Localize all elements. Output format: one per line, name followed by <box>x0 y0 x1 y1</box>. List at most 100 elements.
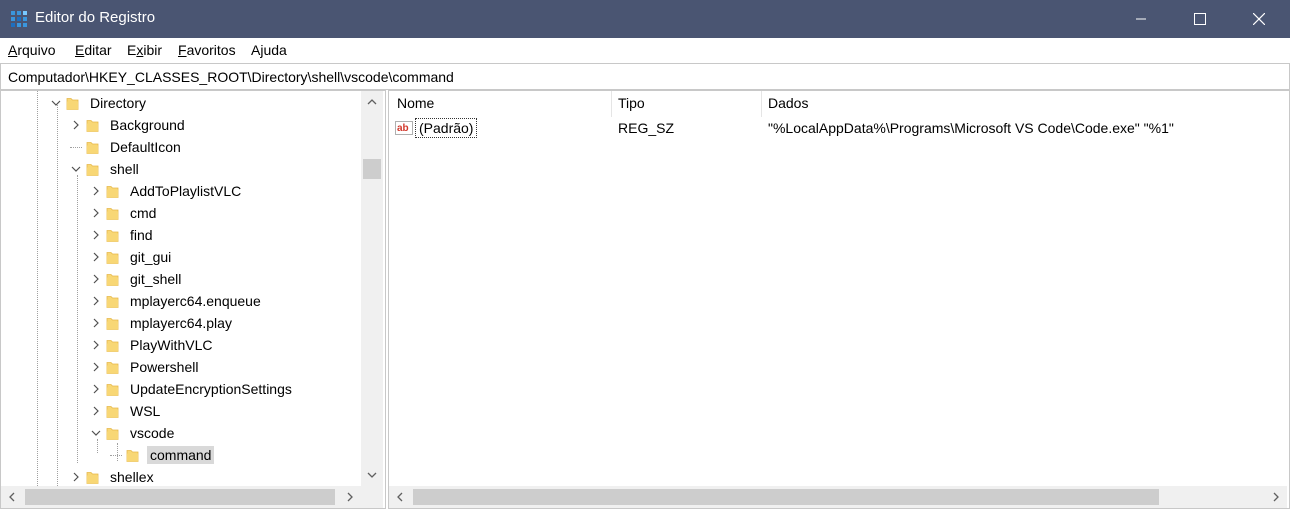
scrollbar-corner <box>361 486 383 508</box>
tree-item-label: AddToPlaylistVLC <box>130 183 242 199</box>
tree-item-label: mplayerc64.play <box>130 315 232 331</box>
folder-icon <box>86 163 99 176</box>
tree-expander[interactable] <box>89 250 103 264</box>
window-title: Editor do Registro <box>35 9 156 26</box>
minimize-button[interactable] <box>1118 0 1164 38</box>
address-path[interactable]: Computador\HKEY_CLASSES_ROOT\Directory\s… <box>8 69 454 85</box>
tree-item-mplayerc64-enqueue[interactable]: mplayerc64.enqueue <box>89 290 264 312</box>
tree-expander[interactable] <box>89 184 103 198</box>
folder-icon <box>106 185 119 198</box>
chevron-down-icon <box>367 472 377 478</box>
values-horizontal-scroll-thumb[interactable] <box>413 489 1159 505</box>
column-divider[interactable] <box>761 91 762 117</box>
tree-item-addtoplaylistvlc[interactable]: AddToPlaylistVLC <box>89 180 244 202</box>
tree-expander[interactable] <box>89 426 103 440</box>
tree-expander[interactable] <box>89 338 103 352</box>
title-bar: Editor do Registro <box>0 0 1290 38</box>
scroll-up-button[interactable] <box>361 91 383 113</box>
tree-item-find[interactable]: find <box>89 224 156 246</box>
tree-expander[interactable] <box>89 316 103 330</box>
menu-favoritos[interactable]: Favoritos <box>178 42 236 58</box>
tree-item-vscode[interactable]: vscode <box>89 422 177 444</box>
tree-expander[interactable] <box>89 382 103 396</box>
address-bar[interactable]: Computador\HKEY_CLASSES_ROOT\Directory\s… <box>0 63 1290 90</box>
column-divider[interactable] <box>611 91 612 117</box>
scroll-left-button[interactable] <box>389 486 411 508</box>
value-type: REG_SZ <box>618 120 675 136</box>
tree-expander[interactable] <box>69 470 83 484</box>
maximize-button[interactable] <box>1177 0 1223 38</box>
chevron-right-icon <box>93 274 99 284</box>
values-pane[interactable]: Nome Tipo Dados ab (Padrão) REG_SZ "%Loc… <box>388 90 1290 509</box>
folder-icon <box>106 361 119 374</box>
svg-text:ab: ab <box>397 123 409 134</box>
tree-pane[interactable]: Directory Background DefaultIcon shell AddTo… <box>0 90 386 509</box>
tree-item-command[interactable]: command <box>109 444 215 466</box>
column-header-name[interactable]: Nome <box>397 95 434 117</box>
tree-item-background[interactable]: Background <box>69 114 188 136</box>
tree-item-defaulticon[interactable]: DefaultIcon <box>69 136 184 158</box>
scroll-down-button[interactable] <box>361 464 383 486</box>
tree-horizontal-scrollbar[interactable] <box>1 486 383 508</box>
tree-item-label: WSL <box>130 403 161 419</box>
value-name-cell[interactable]: ab (Padrão) <box>395 118 478 138</box>
tree-item-playwithvlc[interactable]: PlayWithVLC <box>89 334 215 356</box>
tree-item-label: PlayWithVLC <box>130 337 213 353</box>
tree-expander <box>69 140 83 154</box>
minimize-icon <box>1136 18 1146 20</box>
chevron-right-icon <box>93 340 99 350</box>
values-horizontal-scrollbar[interactable] <box>389 486 1287 508</box>
tree-item-shellex[interactable]: shellex <box>69 466 157 488</box>
menu-arquivo[interactable]: Arquivo <box>8 42 55 58</box>
tree-expander[interactable] <box>89 360 103 374</box>
tree-item-directory[interactable]: Directory <box>49 92 149 114</box>
tree-expander[interactable] <box>69 118 83 132</box>
menu-exibir[interactable]: Exibir <box>127 42 162 58</box>
column-header-data[interactable]: Dados <box>768 95 808 117</box>
chevron-right-icon <box>93 318 99 328</box>
value-data: "%LocalAppData%\Programs\Microsoft VS Co… <box>768 120 1174 136</box>
tree-item-wsl[interactable]: WSL <box>89 400 163 422</box>
tree-item-git-shell[interactable]: git_shell <box>89 268 184 290</box>
tree-item-label: Powershell <box>130 359 199 375</box>
folder-icon <box>106 207 119 220</box>
tree-expander[interactable] <box>89 272 103 286</box>
tree-item-label: Background <box>110 117 185 133</box>
chevron-down-icon <box>71 166 81 172</box>
scroll-right-button[interactable] <box>1265 486 1287 508</box>
chevron-down-icon <box>91 430 101 436</box>
close-icon <box>1253 13 1265 25</box>
tree-item-mplayerc64-play[interactable]: mplayerc64.play <box>89 312 235 334</box>
tree-item-label: UpdateEncryptionSettings <box>130 381 292 397</box>
tree-item-shell[interactable]: shell <box>69 158 142 180</box>
tree-vertical-scrollbar[interactable] <box>361 91 383 486</box>
close-button[interactable] <box>1236 0 1282 38</box>
tree-item-powershell[interactable]: Powershell <box>89 356 201 378</box>
tree-vertical-scroll-thumb[interactable] <box>363 159 381 179</box>
menu-editar[interactable]: Editar <box>75 42 112 58</box>
chevron-right-icon <box>93 296 99 306</box>
scroll-left-button[interactable] <box>1 486 23 508</box>
scroll-right-button[interactable] <box>339 486 361 508</box>
chevron-right-icon <box>73 472 79 482</box>
tree-expander[interactable] <box>89 206 103 220</box>
chevron-left-icon <box>397 492 403 502</box>
column-header-type[interactable]: Tipo <box>618 95 645 117</box>
menu-ajuda[interactable]: Ajuda <box>251 42 287 58</box>
tree-expander[interactable] <box>89 228 103 242</box>
tree-item-label: vscode <box>130 425 175 441</box>
folder-icon <box>86 119 99 132</box>
tree-expander[interactable] <box>89 294 103 308</box>
tree-connector-line <box>77 175 78 463</box>
tree-expander[interactable] <box>69 162 83 176</box>
folder-icon <box>106 383 119 396</box>
tree-item-updateencryptionsettings[interactable]: UpdateEncryptionSettings <box>89 378 295 400</box>
chevron-right-icon <box>347 492 353 502</box>
chevron-right-icon <box>93 252 99 262</box>
tree-expander[interactable] <box>49 96 63 110</box>
tree-item-cmd[interactable]: cmd <box>89 202 159 224</box>
folder-icon <box>106 339 119 352</box>
tree-horizontal-scroll-thumb[interactable] <box>25 489 335 505</box>
tree-expander[interactable] <box>89 404 103 418</box>
tree-item-git-gui[interactable]: git_gui <box>89 246 174 268</box>
